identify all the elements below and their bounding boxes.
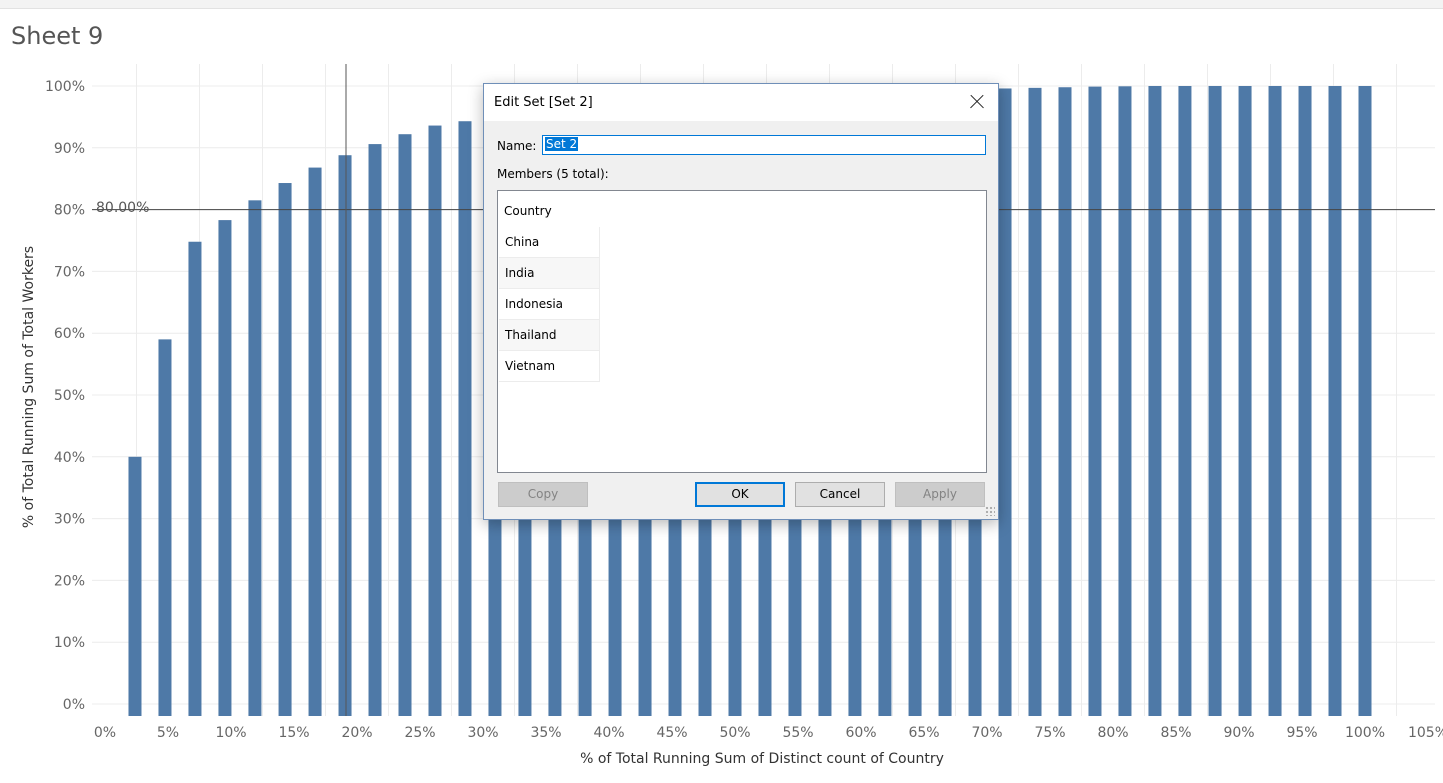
bar: [1358, 86, 1372, 716]
y-tick-label: 100%: [45, 79, 85, 95]
x-tick-label: 40%: [593, 725, 624, 741]
y-tick-label: 90%: [54, 141, 85, 157]
apply-button[interactable]: Apply: [895, 482, 985, 507]
y-tick-label: 70%: [54, 264, 85, 280]
bar: [278, 183, 292, 716]
member-row[interactable]: Indonesia: [499, 289, 600, 320]
bar: [1328, 86, 1342, 716]
member-row[interactable]: China: [499, 227, 600, 258]
y-tick-label: 10%: [54, 635, 85, 651]
x-tick-label: 20%: [341, 725, 372, 741]
bar: [1148, 86, 1162, 716]
ok-button[interactable]: OK: [695, 482, 785, 507]
bar: [458, 121, 472, 716]
x-tick-label: 65%: [908, 725, 939, 741]
set-name-value: Set 2: [545, 137, 579, 151]
x-tick-label: 95%: [1286, 725, 1317, 741]
y-tick-label: 60%: [54, 326, 85, 342]
x-tick-label: 15%: [278, 725, 309, 741]
bar: [158, 339, 172, 716]
dialog-title: Edit Set [Set 2]: [494, 95, 593, 110]
dialog-titlebar[interactable]: Edit Set [Set 2]: [484, 84, 998, 121]
x-tick-label: 50%: [719, 725, 750, 741]
y-tick-label: 0%: [63, 697, 85, 713]
x-tick-label: 5%: [157, 725, 179, 741]
x-tick-label: 90%: [1223, 725, 1254, 741]
x-tick-label: 75%: [1034, 725, 1065, 741]
x-tick-label: 45%: [656, 725, 687, 741]
x-tick-label: 80%: [1097, 725, 1128, 741]
bar: [398, 134, 412, 717]
members-label: Members (5 total):: [497, 167, 609, 181]
bar: [428, 125, 442, 716]
x-tick-label: 25%: [404, 725, 435, 741]
x-tick-label: 35%: [530, 725, 561, 741]
close-icon[interactable]: [964, 89, 990, 115]
y-tick-label: 80%: [54, 203, 85, 219]
x-tick-label: 55%: [782, 725, 813, 741]
reference-line-label: 80.00%: [96, 200, 150, 216]
x-tick-label: 70%: [971, 725, 1002, 741]
member-row[interactable]: India: [499, 258, 600, 289]
bar: [128, 456, 142, 716]
member-row[interactable]: Vietnam: [499, 351, 600, 382]
bar: [1268, 86, 1282, 716]
members-list[interactable]: Country China India Indonesia Thailand V…: [497, 190, 987, 473]
cancel-button[interactable]: Cancel: [795, 482, 885, 507]
resize-grip-icon[interactable]: [985, 506, 995, 516]
bar: [1028, 87, 1042, 716]
x-tick-label: 60%: [845, 725, 876, 741]
members-column-header: Country: [504, 204, 552, 218]
x-tick-label: 105%: [1408, 725, 1443, 741]
copy-button[interactable]: Copy: [498, 482, 588, 507]
x-tick-label: 0%: [94, 725, 116, 741]
bar: [1178, 86, 1192, 716]
bar: [308, 167, 322, 717]
set-name-input[interactable]: Set 2: [542, 135, 986, 155]
y-tick-label: 30%: [54, 512, 85, 528]
x-tick-label: 85%: [1160, 725, 1191, 741]
edit-set-dialog: Edit Set [Set 2] Name: Set 2 Members (5 …: [483, 83, 999, 520]
bar: [1058, 87, 1072, 716]
y-axis-title: % of Total Running Sum of Total Workers: [21, 245, 37, 529]
x-tick-label: 100%: [1345, 725, 1385, 741]
bar: [998, 88, 1012, 717]
bar: [1208, 86, 1222, 716]
bar: [1118, 86, 1132, 716]
y-tick-label: 50%: [54, 388, 85, 404]
bar: [338, 155, 352, 716]
member-row[interactable]: Thailand: [499, 320, 600, 351]
x-axis-title: % of Total Running Sum of Distinct count…: [580, 751, 944, 767]
bar: [1298, 86, 1312, 716]
bar: [1238, 86, 1252, 716]
y-tick-label: 20%: [54, 573, 85, 589]
name-label: Name:: [497, 139, 537, 153]
y-tick-label: 40%: [54, 450, 85, 466]
x-tick-label: 10%: [215, 725, 246, 741]
bar: [248, 200, 262, 716]
bar: [218, 220, 232, 716]
bar: [188, 241, 202, 716]
x-tick-label: 30%: [467, 725, 498, 741]
bar: [1088, 86, 1102, 717]
bar: [368, 144, 382, 717]
